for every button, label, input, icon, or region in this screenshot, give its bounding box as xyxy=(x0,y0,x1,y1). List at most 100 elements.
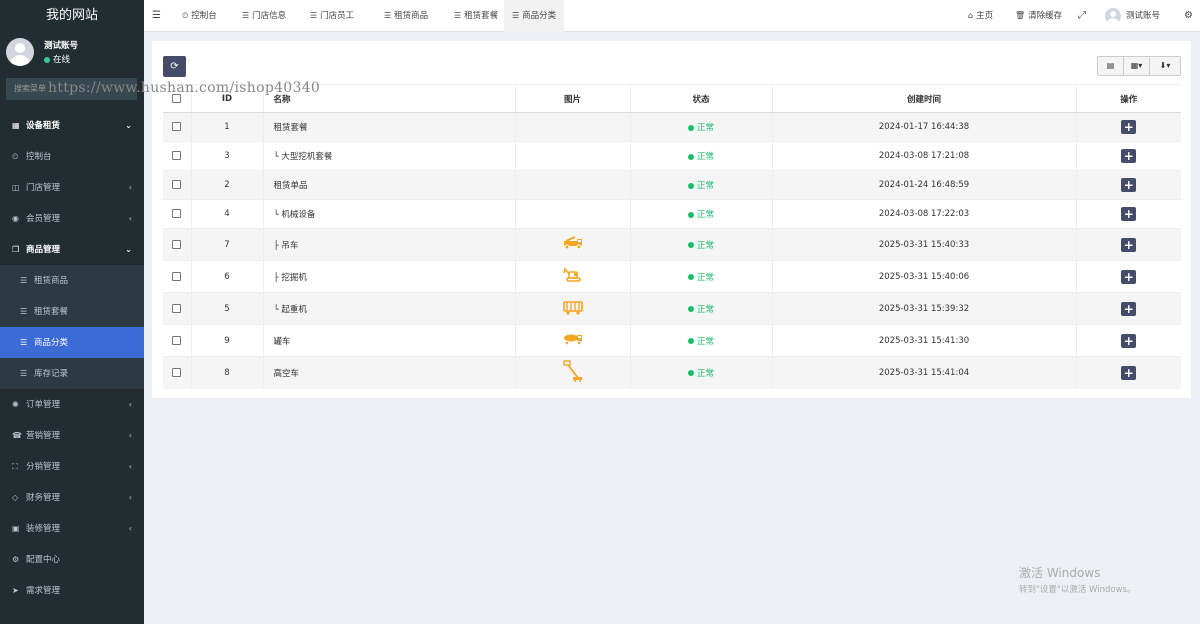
home-link[interactable]: ⌂ 主页 xyxy=(968,0,993,32)
tab-label: 租赁套餐 xyxy=(464,11,499,21)
row-checkbox[interactable] xyxy=(172,367,182,377)
cell-id: 6 xyxy=(190,260,263,293)
gear-icon: ✺ xyxy=(12,400,19,409)
tab-4[interactable]: ☰ 租赁套餐 xyxy=(446,0,506,32)
expand-row-button[interactable]: + xyxy=(1121,149,1137,163)
sidebar-item-6[interactable]: ☰ 租赁套餐 xyxy=(0,296,144,327)
tab-3[interactable]: ☰ 租赁商品 xyxy=(376,0,436,32)
cell-status: 正常 xyxy=(629,324,772,357)
columns-button[interactable]: ▦▾ xyxy=(1124,57,1150,75)
sidebar-item-label: 控制台 xyxy=(26,152,52,162)
row-checkbox[interactable] xyxy=(172,209,182,218)
status-label: 正常 xyxy=(696,240,714,251)
list-icon: ☰ xyxy=(310,11,318,20)
sidebar-item-label: 商品管理 xyxy=(26,245,61,255)
tab-1[interactable]: ☰ 门店信息 xyxy=(234,0,294,32)
sidebar-toggle-button[interactable]: ☰ xyxy=(152,0,161,32)
table-row: 7 ├ 吊车 正常 2025-03-31 15:40:33 + xyxy=(163,228,1181,261)
row-checkbox[interactable] xyxy=(172,303,182,313)
sidebar-item-label: 订单管理 xyxy=(26,400,61,410)
clear-cache-button[interactable]: 🗑 清除缓存 xyxy=(1015,0,1062,32)
chevron-left-icon: ‹ xyxy=(128,431,132,440)
sidebar-item-5[interactable]: ☰ 租赁商品 xyxy=(0,265,144,296)
row-checkbox[interactable] xyxy=(172,180,182,189)
status-badge: 正常 xyxy=(687,240,714,251)
lift-icon[interactable] xyxy=(562,299,583,318)
cell-name: 罐车 xyxy=(262,324,515,357)
status-dot-icon xyxy=(687,211,694,218)
cell-created-time: 2025-03-31 15:41:30 xyxy=(771,324,1076,357)
list-icon: ☰ xyxy=(20,369,28,378)
aerial-lift-icon[interactable] xyxy=(562,360,583,385)
sidebar-item-12[interactable]: ◇ 财务管理 ‹ xyxy=(0,482,144,513)
row-checkbox[interactable] xyxy=(172,239,182,249)
cell-image xyxy=(514,170,630,200)
hamburger-icon: ☰ xyxy=(152,10,161,21)
sidebar-item-13[interactable]: ▣ 装修管理 ‹ xyxy=(0,513,144,544)
sidebar-item-2[interactable]: ◫ 门店管理 ‹ xyxy=(0,172,144,203)
toggle-view-button[interactable]: ▤ xyxy=(1098,57,1124,75)
tab-2[interactable]: ☰ 门店员工 xyxy=(302,0,362,32)
refresh-button[interactable]: ⟳ xyxy=(163,56,186,77)
cell-name: └ 机械设备 xyxy=(262,199,515,229)
sidebar-item-4[interactable]: ❐ 商品管理 ⌄ xyxy=(0,234,144,265)
cell-actions: + xyxy=(1075,112,1181,142)
url-watermark: https://www.hushan.com/ishop40340 xyxy=(48,80,321,96)
cell-status: 正常 xyxy=(629,228,772,261)
cell-name: ├ 挖掘机 xyxy=(262,260,515,293)
expand-row-button[interactable]: + xyxy=(1121,207,1137,221)
sidebar-item-10[interactable]: ☎ 营销管理 ‹ xyxy=(0,420,144,451)
tab-5[interactable]: ☰ 商品分类 xyxy=(504,0,565,32)
tab-label: 商品分类 xyxy=(522,11,557,21)
status-dot-icon xyxy=(687,306,694,312)
sidebar-item-label: 分销管理 xyxy=(26,462,61,472)
user-status-label: 在线 xyxy=(53,55,71,65)
expand-row-button[interactable]: + xyxy=(1121,365,1137,380)
cell-created-time: 2024-03-08 17:22:03 xyxy=(771,199,1076,229)
crane-truck-icon[interactable] xyxy=(563,236,583,253)
cell-created-time: 2025-03-31 15:39:32 xyxy=(771,292,1076,325)
row-checkbox[interactable] xyxy=(172,122,182,131)
expand-row-button[interactable]: + xyxy=(1121,301,1137,316)
trash-icon: 🗑 xyxy=(1015,11,1026,20)
cell-actions: + xyxy=(1075,141,1181,171)
sidebar-item-8[interactable]: ☰ 库存记录 xyxy=(0,358,144,389)
sidebar-item-7[interactable]: ☰ 商品分类 xyxy=(0,327,144,358)
excavator-icon[interactable] xyxy=(562,267,583,286)
sidebar-item-3[interactable]: ◉ 会员管理 ‹ xyxy=(0,203,144,234)
chevron-left-icon: ‹ xyxy=(128,524,132,533)
site-logo[interactable]: 我的网站 xyxy=(0,0,144,32)
account-avatar xyxy=(1105,7,1121,24)
list-icon: ☰ xyxy=(384,11,392,20)
tab-0[interactable]: ⏲ 控制台 xyxy=(174,0,225,32)
cell-created-time: 2024-01-17 16:44:38 xyxy=(771,112,1076,142)
status-label: 正常 xyxy=(696,336,714,347)
tank-truck-icon[interactable] xyxy=(563,333,583,348)
status-label: 正常 xyxy=(696,304,714,315)
sidebar-item-9[interactable]: ✺ 订单管理 ‹ xyxy=(0,389,144,420)
expand-row-button[interactable]: + xyxy=(1121,269,1137,284)
row-checkbox-cell xyxy=(163,260,191,293)
table-row: 5 └ 起重机 正常 2025-03-31 15:39:32 + xyxy=(163,292,1181,325)
sidebar-item-15[interactable]: ➤ 需求管理 xyxy=(0,575,144,606)
sidebar-item-14[interactable]: ⚙ 配置中心 xyxy=(0,544,144,575)
sidebar-item-11[interactable]: ⛶ 分销管理 ‹ xyxy=(0,451,144,482)
sidebar-item-0[interactable]: ▦ 设备租赁 ⌄ xyxy=(0,110,144,141)
columns-icon: ◫ xyxy=(12,183,20,192)
list-icon: ☰ xyxy=(20,307,28,316)
account-menu[interactable]: 测试账号 xyxy=(1105,0,1160,32)
settings-button[interactable]: ⚙ xyxy=(1184,0,1193,32)
sidebar-item-1[interactable]: ⏲ 控制台 xyxy=(0,141,144,172)
row-checkbox[interactable] xyxy=(172,335,182,345)
expand-row-button[interactable]: + xyxy=(1121,237,1137,252)
row-checkbox[interactable] xyxy=(172,271,182,281)
expand-row-button[interactable]: + xyxy=(1121,120,1137,134)
expand-row-button[interactable]: + xyxy=(1121,178,1137,192)
export-button[interactable]: ⬇▾ xyxy=(1150,57,1180,75)
chevron-left-icon: ‹ xyxy=(128,493,132,502)
expand-row-button[interactable]: + xyxy=(1121,333,1137,348)
status-label: 正常 xyxy=(696,272,714,283)
row-checkbox[interactable] xyxy=(172,151,182,160)
cell-image xyxy=(514,141,630,171)
fullscreen-button[interactable]: ⤢ xyxy=(1078,0,1086,32)
